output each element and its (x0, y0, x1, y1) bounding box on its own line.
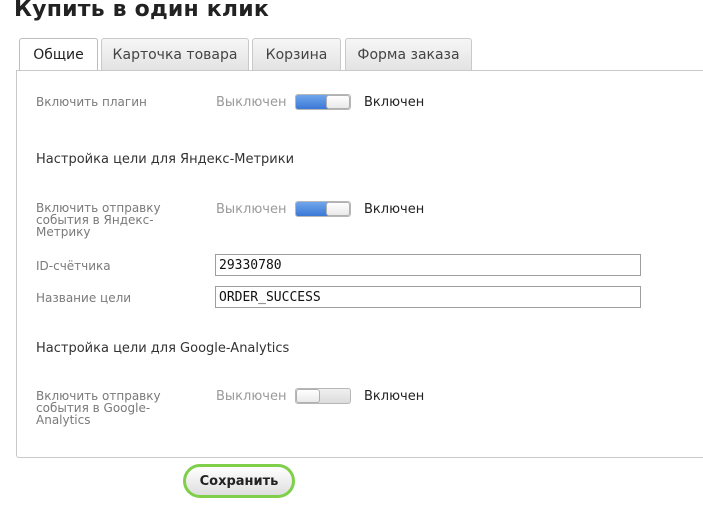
yandex-enable-label: Включить отправку события в Яндекс-Метри… (36, 201, 161, 239)
yandex-enable-toggle[interactable] (295, 201, 351, 217)
yandex-section-title: Настройка цели для Яндекс-Метрики (36, 152, 295, 167)
tab-general[interactable]: Общие (19, 38, 98, 71)
toggle-fill (296, 202, 328, 216)
counter-id-input[interactable] (215, 254, 641, 276)
toggle-knob (326, 95, 350, 109)
enable-plugin-label: Включить плагин (36, 95, 147, 109)
yandex-enable-off-label: Выключен (216, 202, 287, 217)
enable-plugin-on-label: Включен (364, 95, 425, 110)
goal-name-label: Название цели (36, 291, 132, 305)
google-enable-label: Включить отправку события в Google-Analy… (36, 389, 161, 427)
page-title: Купить в один клик (14, 0, 269, 22)
toggle-fill (296, 95, 328, 109)
google-section-title: Настройка цели для Google-Analytics (36, 341, 290, 356)
save-button[interactable]: Сохранить (183, 464, 295, 498)
tab-cart[interactable]: Корзина (252, 38, 341, 70)
tab-product-card[interactable]: Карточка товара (101, 38, 249, 70)
google-enable-toggle[interactable] (295, 388, 351, 404)
goal-name-input[interactable] (215, 286, 641, 308)
google-enable-off-label: Выключен (216, 389, 287, 404)
counter-id-label: ID-счётчика (36, 259, 111, 273)
yandex-enable-on-label: Включен (364, 202, 425, 217)
enable-plugin-toggle[interactable] (295, 94, 351, 110)
toggle-knob (296, 389, 320, 403)
tab-order-form[interactable]: Форма заказа (345, 38, 472, 70)
google-enable-on-label: Включен (364, 389, 425, 404)
enable-plugin-off-label: Выключен (216, 95, 287, 110)
toggle-knob (326, 202, 350, 216)
